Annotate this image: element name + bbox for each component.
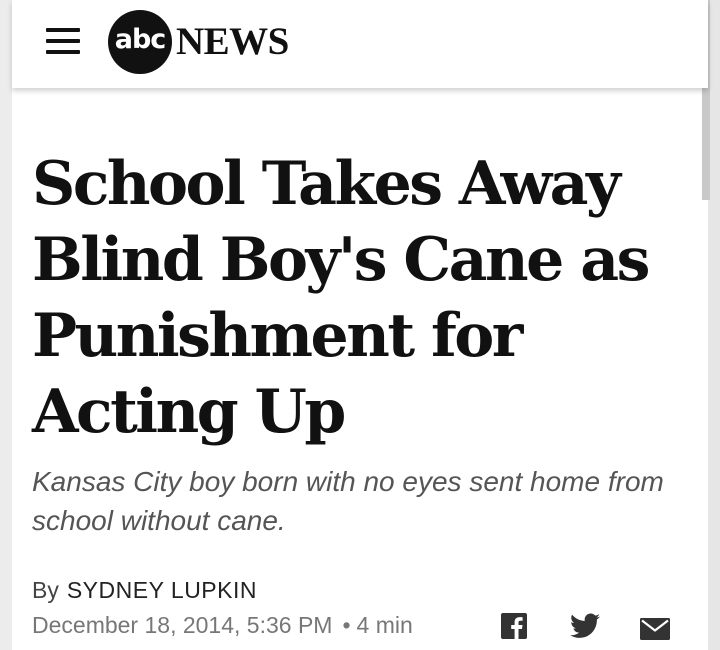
byline-prefix: By: [32, 577, 59, 603]
logo-news-text: NEWS: [176, 20, 289, 63]
abc-news-logo[interactable]: abc NEWS: [108, 10, 308, 74]
article-meta: December 18, 2014, 5:36 PM • 4 min: [32, 611, 413, 639]
email-icon[interactable]: [640, 615, 670, 643]
twitter-icon[interactable]: [570, 612, 600, 640]
menu-bar: [46, 28, 80, 32]
meta-separator: •: [342, 612, 351, 638]
site-header: abc NEWS: [12, 0, 708, 88]
read-time: 4 min: [356, 612, 413, 638]
menu-bar: [46, 39, 80, 43]
article-subhead: Kansas City boy born with no eyes sent h…: [32, 466, 664, 536]
article-headline: School Takes Away Blind Boy's Cane as Pu…: [32, 149, 650, 447]
menu-icon[interactable]: [46, 26, 80, 56]
byline: By SYDNEY LUPKIN: [32, 576, 257, 604]
facebook-icon[interactable]: [501, 612, 527, 640]
author-link[interactable]: SYDNEY LUPKIN: [67, 577, 257, 603]
logo-abc-text: abc: [114, 24, 167, 55]
publish-date: December 18, 2014, 5:36 PM: [32, 612, 333, 638]
menu-bar: [46, 50, 80, 54]
